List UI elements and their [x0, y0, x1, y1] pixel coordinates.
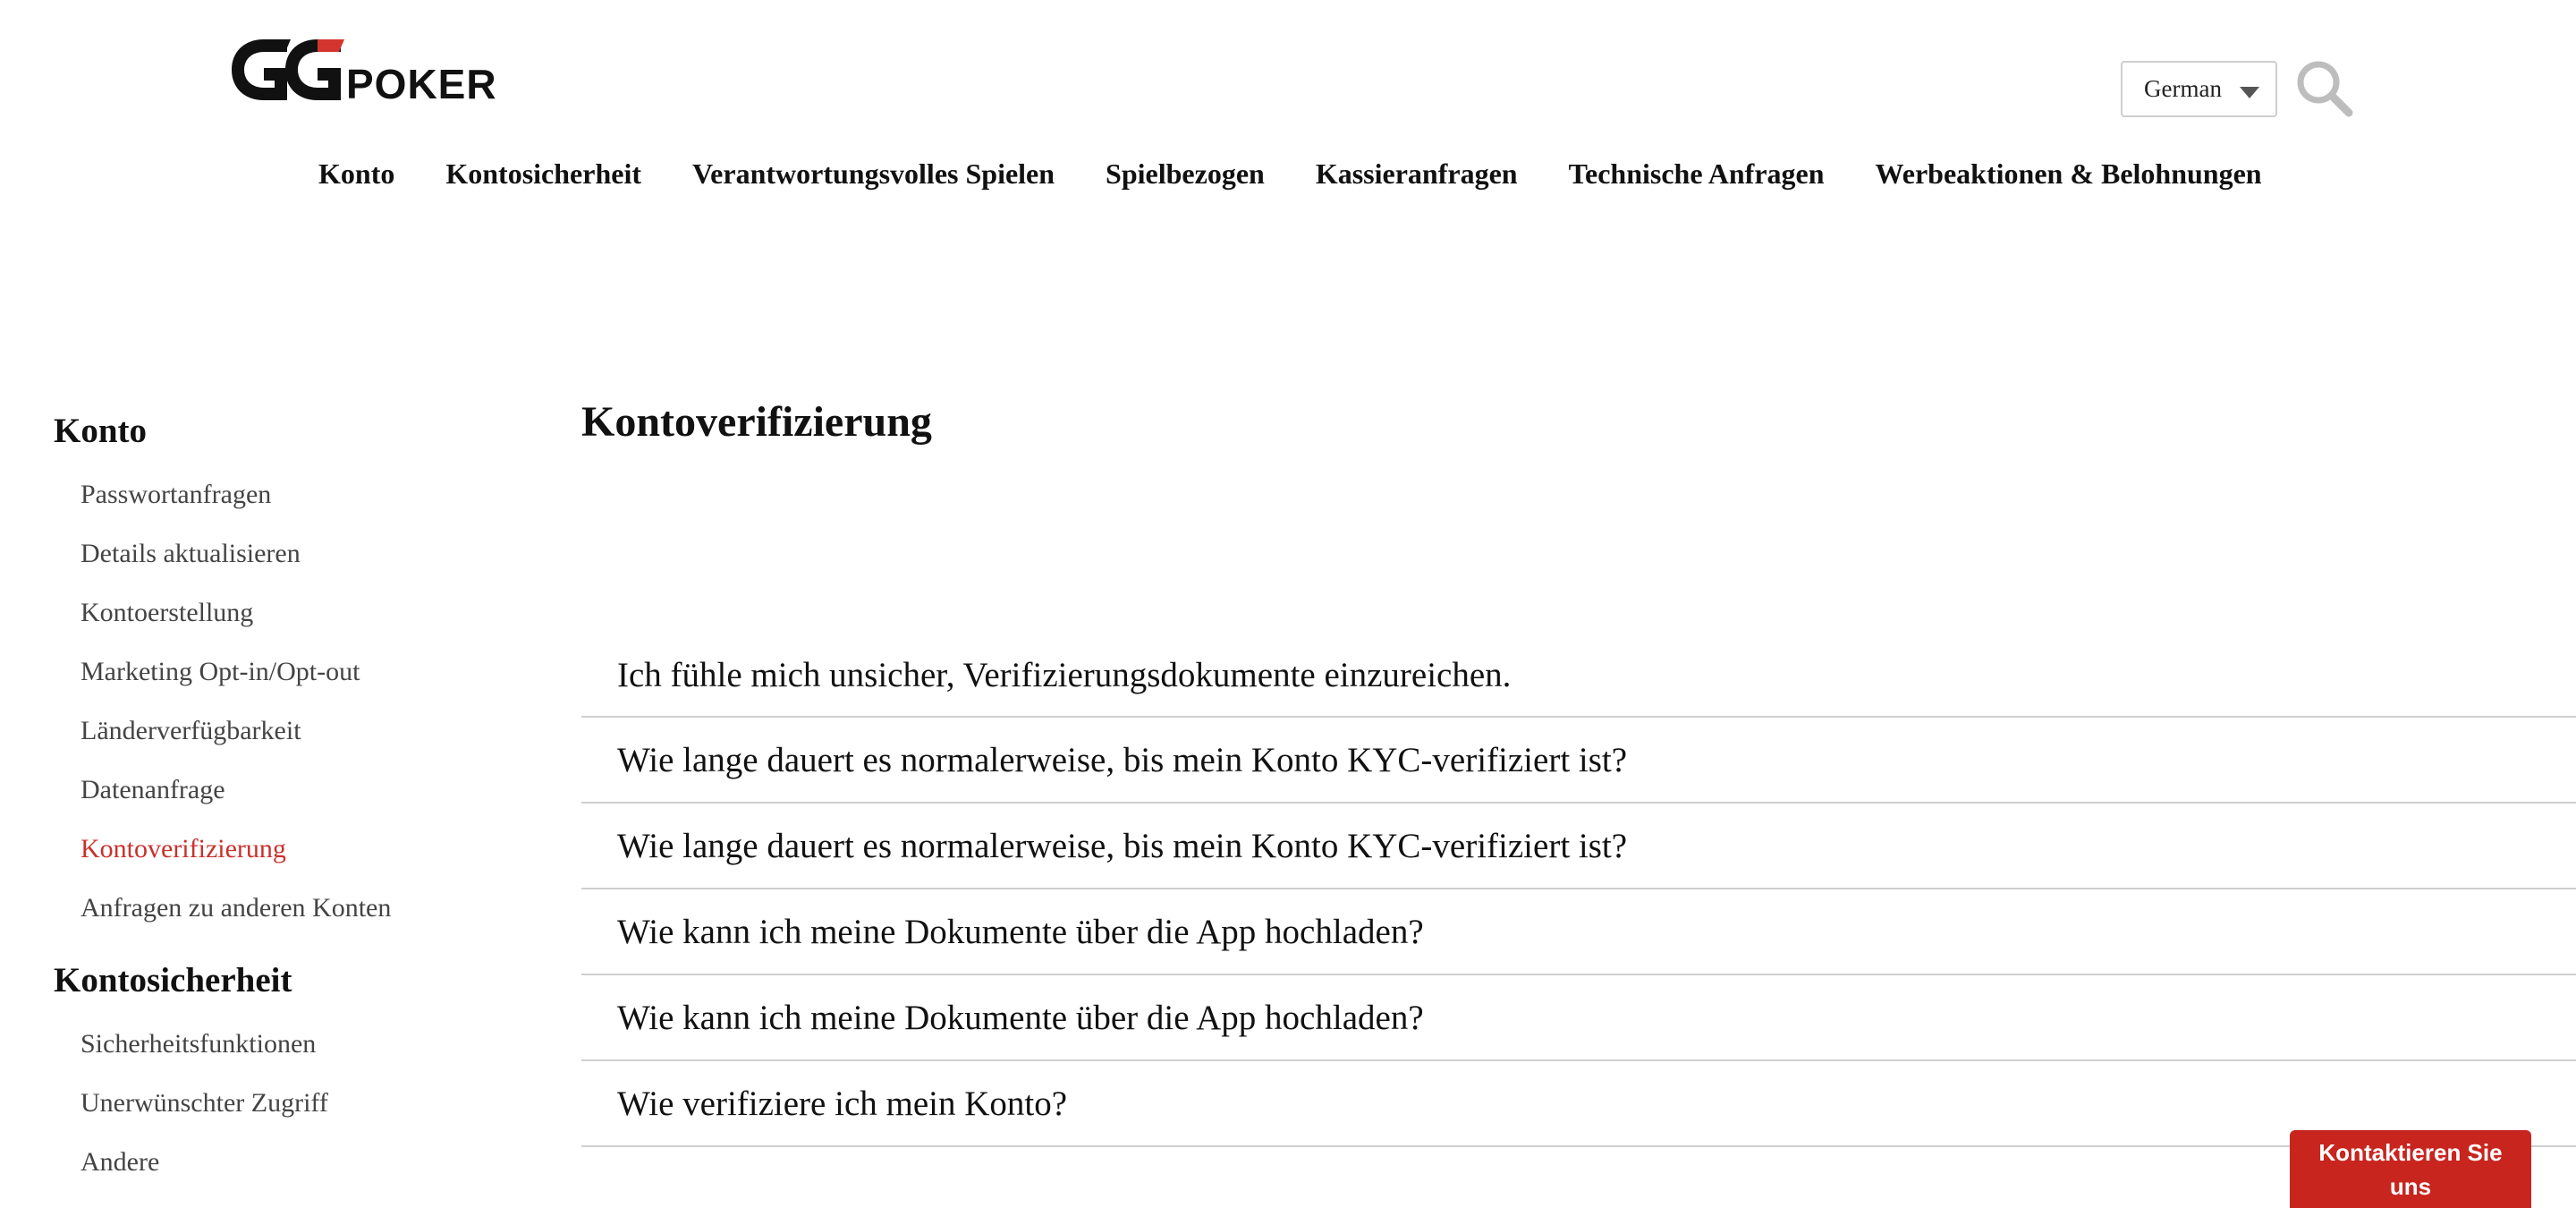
- sidebar-item-anfragen-andere-konten[interactable]: Anfragen zu anderen Konten: [54, 879, 519, 938]
- sidebar-item-unerwuenschter-zugriff[interactable]: Unerwünschter Zugriff: [54, 1074, 519, 1133]
- faq-item[interactable]: Wie lange dauert es normalerweise, bis m…: [581, 804, 2576, 889]
- faq-item[interactable]: Wie kann ich meine Dokumente über die Ap…: [581, 889, 2576, 975]
- svg-text:POKER: POKER: [346, 61, 497, 106]
- faq-item[interactable]: Ich fühle mich unsicher, Verifizierungsd…: [581, 634, 2576, 718]
- top-navigation: Konto Kontosicherheit Verantwortungsvoll…: [318, 157, 2262, 191]
- language-value: German: [2144, 75, 2222, 102]
- sidebar-group-title[interactable]: Kontosicherheit: [54, 954, 519, 1008]
- language-select[interactable]: German: [2121, 61, 2277, 117]
- nav-item-technische-anfragen[interactable]: Technische Anfragen: [1569, 157, 1825, 191]
- sidebar-item-andere[interactable]: Andere: [54, 1133, 519, 1192]
- sidebar-item-marketing-opt-in[interactable]: Marketing Opt-in/Opt-out: [54, 642, 519, 702]
- nav-item-spielbezogen[interactable]: Spielbezogen: [1106, 157, 1265, 191]
- sidebar-item-details-aktualisieren[interactable]: Details aktualisieren: [54, 524, 519, 583]
- help-center-page: POKER German Konto Kontosicherheit Veran…: [0, 0, 2576, 1208]
- sidebar-list: Sicherheitsfunktionen Unerwünschter Zugr…: [54, 1015, 519, 1192]
- sidebar: Konto Passwortanfragen Details aktualisi…: [54, 404, 519, 1192]
- sidebar-group-title[interactable]: Konto: [54, 404, 519, 458]
- nav-item-verantwortungsvolles-spielen[interactable]: Verantwortungsvolles Spielen: [692, 157, 1055, 191]
- sidebar-item-passwortanfragen[interactable]: Passwortanfragen: [54, 465, 519, 524]
- sidebar-item-laenderverfuegbarkeit[interactable]: Länderverfügbarkeit: [54, 702, 519, 761]
- faq-item[interactable]: Wie lange dauert es normalerweise, bis m…: [581, 718, 2576, 804]
- sidebar-list: Passwortanfragen Details aktualisieren K…: [54, 465, 519, 938]
- ggpoker-logo[interactable]: POKER: [228, 34, 528, 106]
- faq-list: Ich fühle mich unsicher, Verifizierungsd…: [581, 634, 2576, 1147]
- search-icon[interactable]: [2295, 59, 2354, 118]
- main-content: Kontoverifizierung Ich fühle mich unsich…: [581, 390, 2576, 1147]
- faq-item[interactable]: Wie verifiziere ich mein Konto?: [581, 1061, 2576, 1147]
- sidebar-item-kontoverifizierung[interactable]: Kontoverifizierung: [54, 820, 519, 879]
- nav-item-kassieranfragen[interactable]: Kassieranfragen: [1316, 157, 1518, 191]
- sidebar-item-kontoerstellung[interactable]: Kontoerstellung: [54, 583, 519, 642]
- nav-item-konto[interactable]: Konto: [318, 157, 394, 191]
- chevron-down-icon: [2240, 87, 2259, 98]
- nav-item-werbeaktionen-belohnungen[interactable]: Werbeaktionen & Belohnungen: [1876, 157, 2262, 191]
- nav-item-kontosicherheit[interactable]: Kontosicherheit: [445, 157, 641, 191]
- page-title: Kontoverifizierung: [581, 398, 932, 446]
- sidebar-item-sicherheitsfunktionen[interactable]: Sicherheitsfunktionen: [54, 1015, 519, 1074]
- contact-us-button[interactable]: Kontaktieren Sie uns: [2290, 1130, 2531, 1208]
- sidebar-item-datenanfrage[interactable]: Datenanfrage: [54, 761, 519, 820]
- faq-item[interactable]: Wie kann ich meine Dokumente über die Ap…: [581, 975, 2576, 1061]
